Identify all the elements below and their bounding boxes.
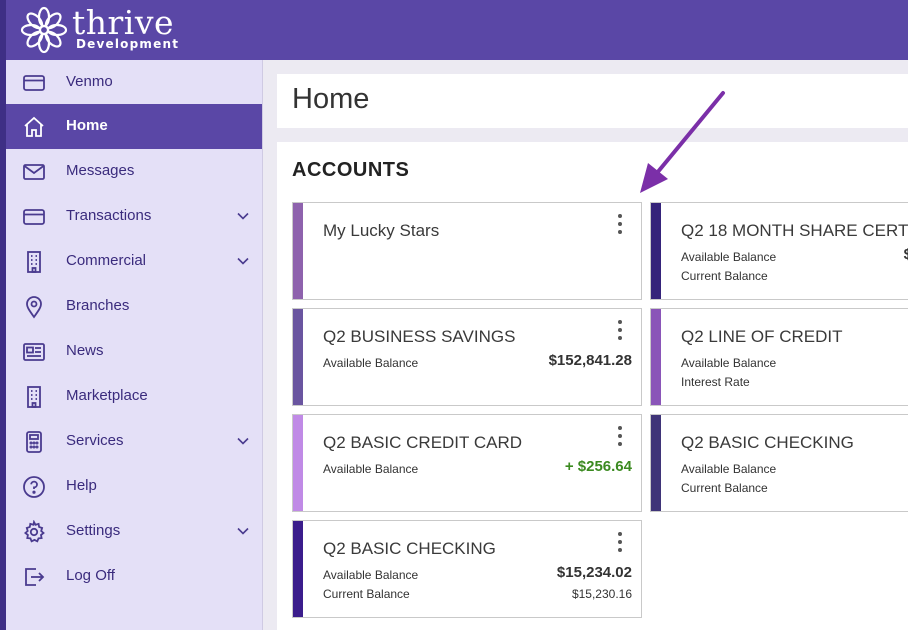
brand-name: thrive xyxy=(72,3,175,42)
available-balance-value: $15,234.02 xyxy=(556,564,632,581)
top-bar: thrive Development xyxy=(0,0,908,60)
top-bar-trim xyxy=(0,0,6,60)
sidebar-item-transactions[interactable]: Transactions xyxy=(6,194,262,239)
envelope-icon xyxy=(23,164,45,180)
home-icon xyxy=(24,116,44,137)
available-balance-label: Available Balance xyxy=(681,250,777,264)
account-name: Q2 LINE OF CREDIT xyxy=(681,327,843,346)
sidebar-item-help[interactable]: Help xyxy=(6,464,262,509)
sidebar-item-label: Settings xyxy=(66,522,121,539)
chevron-down-icon[interactable] xyxy=(236,434,250,448)
available-balance-label: Available Balance xyxy=(681,356,777,370)
sidebar-item-label: Venmo xyxy=(66,73,113,90)
newspaper-icon xyxy=(23,343,45,361)
sidebar-item-label: Services xyxy=(66,432,124,449)
sidebar-item-label: Marketplace xyxy=(66,387,148,404)
account-name: Q2 BASIC CHECKING xyxy=(323,539,496,558)
sidebar-item-branches[interactable]: Branches xyxy=(6,284,262,329)
chevron-down-icon[interactable] xyxy=(236,254,250,268)
brand-logo[interactable]: thrive Development xyxy=(20,6,179,54)
card-icon xyxy=(23,75,45,91)
sidebar-item-settings[interactable]: Settings xyxy=(6,509,262,554)
help-circle-icon xyxy=(23,476,45,498)
more-options-icon[interactable] xyxy=(617,426,623,448)
page-header: Home xyxy=(277,74,908,128)
logout-icon xyxy=(25,568,45,586)
sidebar-item-label: Commercial xyxy=(66,252,147,269)
sidebar-item-label: Log Off xyxy=(66,567,115,584)
account-tile[interactable]: Q2 BASIC CHECKING Available Balance $15,… xyxy=(292,520,642,618)
building-icon xyxy=(27,386,41,408)
account-tile[interactable]: Q2 BUSINESS SAVINGS Available Balance $1… xyxy=(292,308,642,406)
available-balance-value: $152,841.28 xyxy=(548,352,632,369)
account-color-bar xyxy=(293,415,303,511)
account-tile[interactable]: Q2 18 MONTH SHARE CERTIFI Available Bala… xyxy=(650,202,908,300)
sidebar-item-log-off[interactable]: Log Off xyxy=(6,554,262,599)
current-balance-label: Current Balance xyxy=(681,481,768,495)
available-balance-value: $ xyxy=(904,246,908,263)
annotation-arrow xyxy=(640,91,725,193)
account-name: My Lucky Stars xyxy=(323,221,440,240)
account-tile[interactable]: Q2 LINE OF CREDIT Available Balance Inte… xyxy=(650,308,908,406)
available-balance-label: Available Balance xyxy=(323,356,419,370)
chevron-down-icon[interactable] xyxy=(236,524,250,538)
sidebar-item-label: Transactions xyxy=(66,207,152,224)
account-name: Q2 18 MONTH SHARE CERTIFI xyxy=(681,221,908,240)
available-balance-label: Available Balance xyxy=(323,568,419,582)
account-color-bar xyxy=(293,309,303,405)
account-name: Q2 BASIC CHECKING xyxy=(681,433,854,452)
map-pin-icon xyxy=(26,296,42,319)
account-tile[interactable]: My Lucky Stars xyxy=(292,202,642,300)
current-balance-label: Current Balance xyxy=(681,269,768,283)
account-color-bar xyxy=(293,521,303,617)
more-options-icon[interactable] xyxy=(617,320,623,342)
accounts-section-title: ACCOUNTS xyxy=(292,159,410,181)
account-color-bar xyxy=(651,415,661,511)
account-color-bar xyxy=(651,309,661,405)
sidebar-item-label: Branches xyxy=(66,297,130,314)
brand-subtitle: Development xyxy=(76,37,180,51)
more-options-icon[interactable] xyxy=(617,532,623,554)
sidebar-item-label: Messages xyxy=(66,162,135,179)
available-balance-label: Available Balance xyxy=(681,462,777,476)
available-balance-label: Available Balance xyxy=(323,462,419,476)
sidebar-item-venmo[interactable]: Venmo xyxy=(6,60,262,105)
calculator-icon xyxy=(26,431,42,453)
account-name: Q2 BASIC CREDIT CARD xyxy=(323,433,523,452)
current-balance-label: Current Balance xyxy=(323,587,410,601)
sidebar-item-services[interactable]: Services xyxy=(6,419,262,464)
sidebar-item-marketplace[interactable]: Marketplace xyxy=(6,374,262,419)
account-color-bar xyxy=(293,203,303,299)
account-name: Q2 BUSINESS SAVINGS xyxy=(323,327,516,346)
sidebar-item-commercial[interactable]: Commercial xyxy=(6,239,262,284)
account-tile[interactable]: Q2 BASIC CHECKING Available Balance Curr… xyxy=(650,414,908,512)
sidebar-item-label: Help xyxy=(66,477,97,494)
sidebar-item-label: News xyxy=(66,342,104,359)
sidebar-item-label: Home xyxy=(66,117,108,134)
sidebar: Venmo Home Messages Transactions Commerc… xyxy=(0,60,263,630)
interest-rate-label: Interest Rate xyxy=(681,375,750,389)
sidebar-item-home[interactable]: Home xyxy=(6,104,262,149)
sidebar-item-news[interactable]: News xyxy=(6,329,262,374)
sidebar-item-messages[interactable]: Messages xyxy=(6,149,262,194)
building-icon xyxy=(27,251,41,273)
current-balance-value: $15,230.16 xyxy=(571,587,632,601)
page-title: Home xyxy=(292,83,370,115)
account-tile[interactable]: Q2 BASIC CREDIT CARD Available Balance +… xyxy=(292,414,642,512)
account-color-bar xyxy=(651,203,661,299)
card-icon xyxy=(23,209,45,225)
more-options-icon[interactable] xyxy=(617,214,623,236)
available-balance-value: + $256.64 xyxy=(564,458,632,475)
flower-logo-icon xyxy=(20,6,68,54)
gear-icon xyxy=(23,520,45,543)
chevron-down-icon[interactable] xyxy=(236,209,250,223)
